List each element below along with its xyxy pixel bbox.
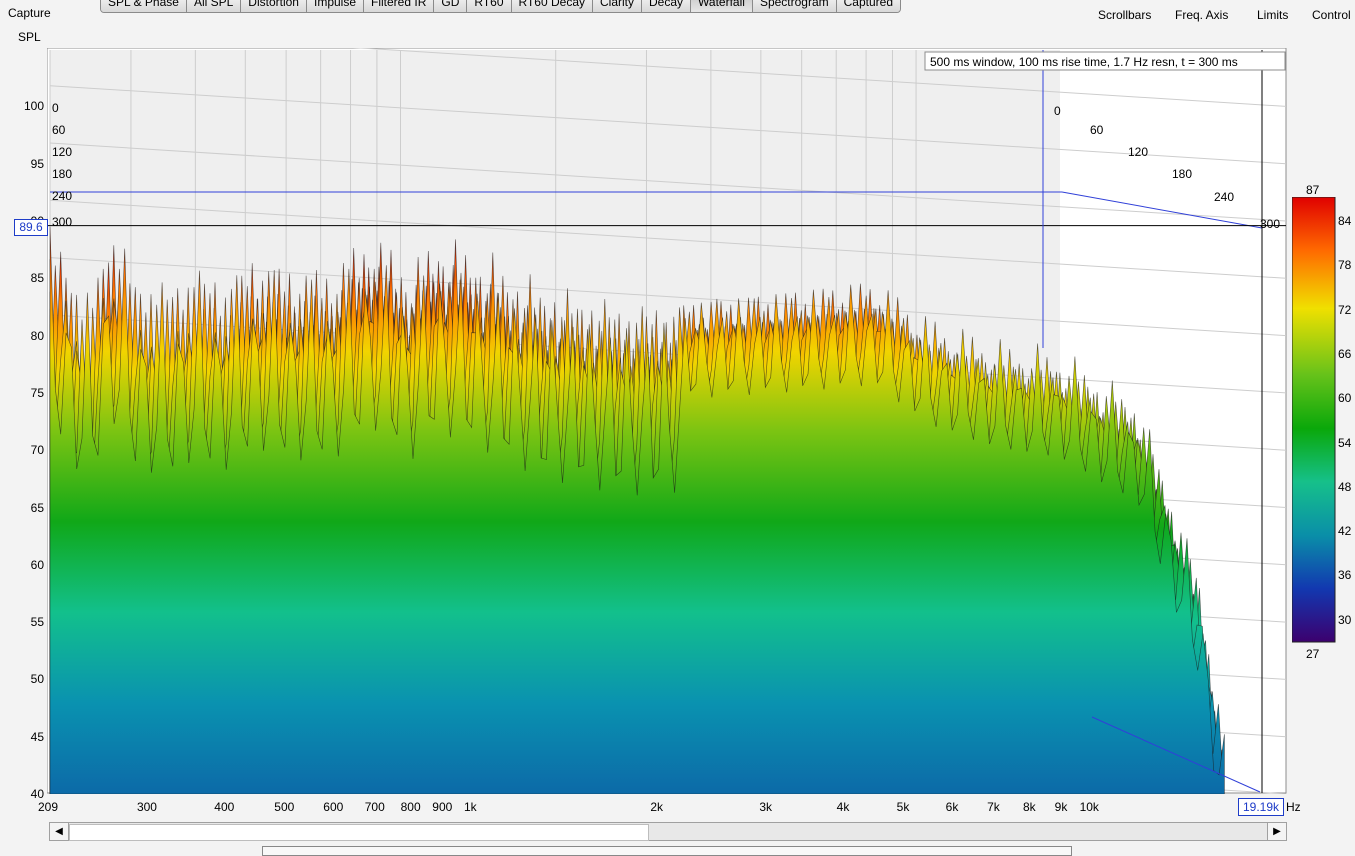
time-label-left: 240: [52, 189, 72, 203]
x-tick-label: 900: [432, 800, 453, 814]
y-tick-label: 60: [30, 557, 44, 572]
tab-rt60[interactable]: RT60: [467, 0, 512, 12]
color-scale-bar: [1292, 197, 1336, 643]
tab-all-spl[interactable]: All SPL: [186, 0, 242, 12]
y-tick-label: 85: [30, 271, 44, 286]
y-tick-label: 70: [30, 443, 44, 458]
y-axis-title: SPL: [18, 30, 41, 44]
color-scale-tick: 30: [1338, 612, 1352, 627]
tab-gd[interactable]: GD: [434, 0, 468, 12]
color-scale-tick: 54: [1338, 435, 1352, 450]
x-tick-label: 600: [323, 800, 344, 814]
time-label-right: 300: [1260, 217, 1280, 231]
color-scale-tick: 72: [1338, 302, 1352, 317]
limits-link[interactable]: Limits: [1257, 8, 1288, 22]
y-tick-label: 45: [30, 729, 44, 744]
color-scale-min: 27: [1306, 647, 1320, 661]
x-tick-label: 6k: [945, 800, 959, 814]
bottom-panel-edge: [262, 846, 1072, 856]
x-tick-label: 800: [400, 800, 421, 814]
x-tick-label: 5k: [896, 800, 910, 814]
color-scale-max: 87: [1306, 183, 1320, 197]
y-tick-label: 65: [30, 500, 44, 515]
freq-axis-link[interactable]: Freq. Axis: [1175, 8, 1228, 22]
color-scale-tick: 42: [1338, 524, 1352, 539]
color-scale-tick: 48: [1338, 479, 1352, 494]
color-scale-tick: 36: [1338, 568, 1352, 583]
tab-waterfall[interactable]: Waterfall: [691, 0, 753, 12]
tab-decay[interactable]: Decay: [642, 0, 692, 12]
x-tick-label: 700: [364, 800, 385, 814]
y-tick-label: 75: [30, 385, 44, 400]
x-tick-label: 1k: [464, 800, 477, 814]
waterfall-plot[interactable]: 0 0 60 60 120 120 180 180 240 240 300 300 500 ms win…: [47, 48, 1287, 794]
x-tick-label: 10k: [1079, 800, 1099, 814]
y-tick-label: 50: [30, 672, 44, 687]
time-label-left: 180: [52, 167, 72, 181]
color-scale-tick: 78: [1338, 258, 1352, 273]
x-tick-label: 500: [274, 800, 295, 814]
x-tick-label: 3k: [759, 800, 773, 814]
controls-link[interactable]: Control: [1312, 8, 1351, 22]
tab-rt60-decay[interactable]: RT60 Decay: [511, 0, 593, 12]
time-label-left: 120: [52, 145, 72, 159]
horizontal-scrollbar[interactable]: ◀ ▶: [49, 822, 1287, 841]
tab-captured[interactable]: Captured: [836, 0, 901, 12]
scroll-thumb[interactable]: [69, 824, 649, 841]
tab-spl-phase[interactable]: SPL & Phase: [101, 0, 187, 12]
x-tick-label: 400: [214, 800, 235, 814]
x-tick-label: 300: [136, 800, 157, 814]
color-scale-tick: 60: [1338, 391, 1352, 406]
color-scale-tick: 84: [1338, 214, 1352, 228]
y-tick-label: 100: [23, 99, 44, 114]
x-tick-label: 209: [38, 800, 59, 814]
time-label-right: 120: [1128, 145, 1148, 159]
view-tab-bar: SPL & Phase All SPL Distortion Impulse Filte…: [100, 0, 902, 13]
time-label-left: 0: [52, 101, 59, 115]
x-axis-unit: Hz: [1286, 800, 1301, 814]
capture-label[interactable]: Capture: [8, 6, 51, 20]
scrollbars-link[interactable]: Scrollbars: [1098, 8, 1151, 22]
tab-clarity[interactable]: Clarity: [593, 0, 643, 12]
time-label-right: 240: [1214, 190, 1234, 204]
cursor-spl-readout: 89.6: [14, 219, 48, 236]
x-tick-label: 7k: [987, 800, 1000, 814]
x-tick-label: 8k: [1022, 800, 1036, 814]
time-label-left: 300: [52, 215, 72, 229]
y-tick-label: 55: [30, 615, 44, 630]
tab-distortion[interactable]: Distortion: [241, 0, 307, 12]
x-tick-label: 2k: [650, 800, 664, 814]
tab-filtered-ir[interactable]: Filtered IR: [364, 0, 435, 12]
y-tick-label: 95: [30, 156, 44, 171]
y-tick-label: 40: [30, 787, 44, 801]
y-tick-label: 80: [30, 328, 44, 343]
time-label-right: 0: [1054, 104, 1061, 118]
time-label-left: 60: [52, 123, 66, 137]
x-tick-label: 9k: [1054, 800, 1068, 814]
time-label-right: 180: [1172, 167, 1192, 181]
color-scale-tick: 66: [1338, 346, 1352, 361]
x-tick-label: 4k: [836, 800, 850, 814]
cursor-frequency-readout: 19.19k: [1238, 798, 1284, 816]
info-text: 500 ms window, 100 ms rise time, 1.7 Hz …: [930, 55, 1238, 69]
scroll-right-button[interactable]: ▶: [1267, 823, 1286, 840]
time-label-right: 60: [1090, 123, 1104, 137]
tab-impulse[interactable]: Impulse: [306, 0, 365, 12]
tab-spectrogram[interactable]: Spectrogram: [752, 0, 837, 12]
scroll-left-button[interactable]: ◀: [50, 823, 69, 840]
